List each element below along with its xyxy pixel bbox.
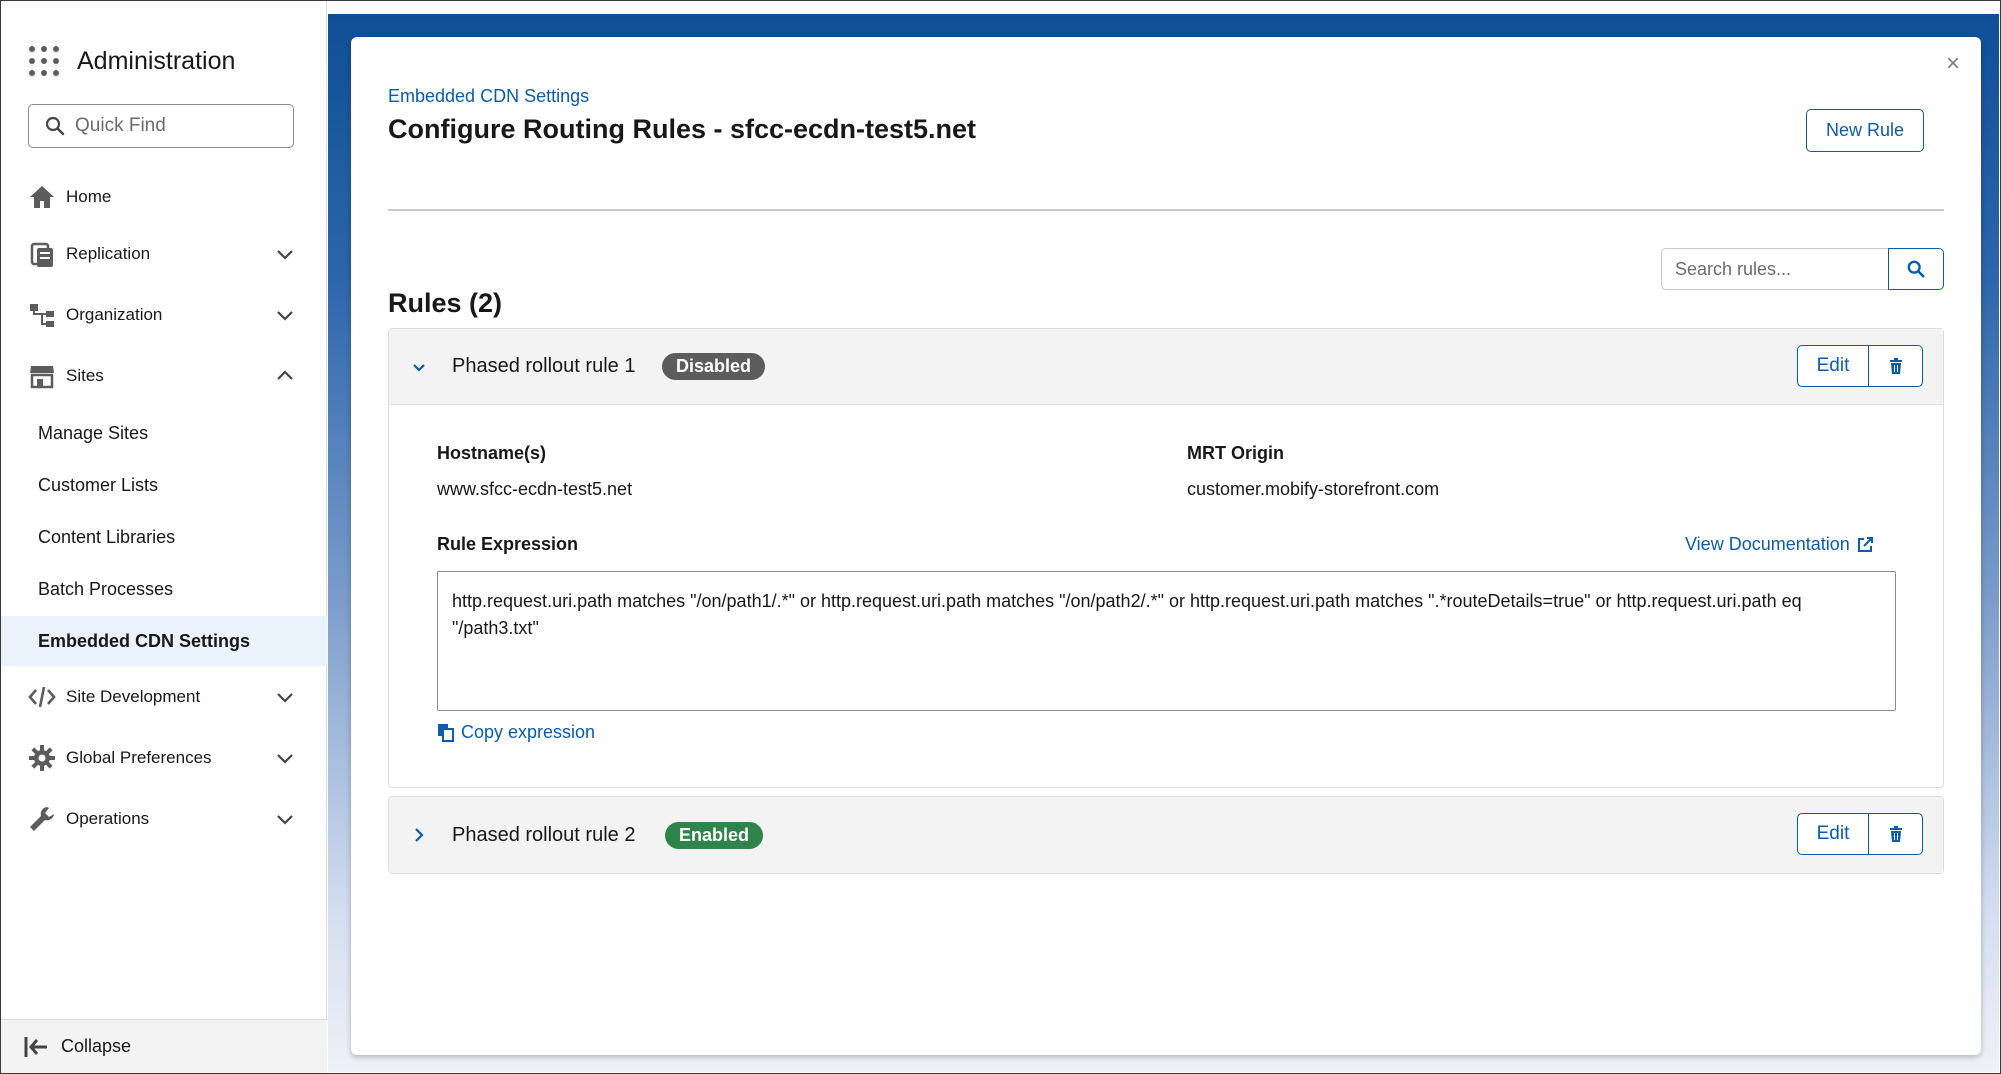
sidebar-item-content-libraries[interactable]: Content Libraries [1,512,327,562]
edit-button[interactable]: Edit [1797,813,1869,855]
rule-actions: Edit [1797,345,1923,387]
rule-details: Hostname(s) www.sfcc-ecdn-test5.net MRT … [389,405,1943,787]
breadcrumb[interactable]: Embedded CDN Settings [388,86,589,107]
chevron-down-icon[interactable] [275,748,295,768]
collapse-icon [24,1036,47,1057]
quick-find[interactable] [28,104,294,148]
rule-card: Phased rollout rule 2 Enabled Edit [388,796,1944,874]
search-button[interactable] [1888,248,1944,290]
search-icon [45,116,65,136]
edit-button[interactable]: Edit [1797,345,1869,387]
organization-icon [30,304,54,327]
nav-item-replication[interactable]: Replication [1,229,327,279]
chevron-down-icon[interactable] [275,305,295,325]
search-icon [1907,260,1925,278]
sidebar: Administration Home Replication [1,1,327,1073]
copy-expression-link[interactable]: Copy expression [437,722,595,743]
sidebar-item-embedded-cdn-settings[interactable]: Embedded CDN Settings [1,616,327,666]
chevron-down-icon[interactable] [409,357,429,377]
expression-label: Rule Expression [437,534,579,554]
nav-label: Site Development [66,687,201,706]
routing-rules-modal: × Embedded CDN Settings Configure Routin… [351,37,1981,1055]
rule-header[interactable]: Phased rollout rule 1 Disabled Edit [389,329,1943,405]
rule-name: Phased rollout rule 2 [452,823,636,846]
nav-item-site-development[interactable]: Site Development [1,672,327,722]
status-badge: Disabled [662,353,766,380]
rule-expression-box[interactable]: http.request.uri.path matches "/on/path1… [437,571,1896,711]
view-documentation-link[interactable]: View Documentation [1685,534,1874,555]
status-badge: Enabled [665,821,764,849]
nav-item-home[interactable]: Home [1,172,327,222]
nav-label: Operations [66,809,150,828]
chevron-right-icon[interactable] [409,825,429,845]
sidebar-item-customer-lists[interactable]: Customer Lists [1,460,327,510]
chevron-up-icon[interactable] [275,366,295,386]
sidebar-item-manage-sites[interactable]: Manage Sites [1,408,327,458]
external-link-icon [1857,536,1873,552]
copy-icon [438,724,454,742]
nav-label: Replication [66,244,151,263]
rule-name: Phased rollout rule 1 [452,355,636,377]
nav-label: Global Preferences [66,748,212,767]
sidebar-item-batch-processes[interactable]: Batch Processes [1,564,327,614]
trash-icon [1889,358,1902,374]
nav-item-organization[interactable]: Organization [1,290,327,340]
doc-link-label: View Documentation [1685,534,1850,554]
divider [388,209,1944,211]
hostname-value: www.sfcc-ecdn-test5.net [437,479,633,499]
gear-icon [29,745,55,771]
nav-label: Sites [66,366,104,385]
chevron-down-icon[interactable] [275,244,295,264]
rules-heading: Rules (2) [388,288,503,318]
chevron-down-icon[interactable] [275,809,295,829]
nav-item-global-preferences[interactable]: Global Preferences [1,733,327,783]
rule-header[interactable]: Phased rollout rule 2 Enabled Edit [389,797,1943,873]
rule-actions: Edit [1797,813,1923,855]
nav-label: Organization [66,305,163,324]
app-launcher-icon[interactable] [29,46,59,76]
nav-item-sites[interactable]: Sites [1,351,327,401]
origin-label: MRT Origin [1187,443,1284,463]
home-icon [30,186,54,208]
hostname-label: Hostname(s) [437,443,547,463]
nav-item-operations[interactable]: Operations [1,794,327,844]
sidebar-header: Administration [29,41,235,81]
code-icon [28,686,56,708]
search-rules-input[interactable] [1661,248,1888,290]
delete-button[interactable] [1869,345,1923,387]
app-title: Administration [77,46,236,75]
rules-search [1661,248,1945,290]
new-rule-button[interactable]: New Rule [1806,109,1924,152]
collapse-button[interactable]: Collapse [1,1019,327,1073]
delete-button[interactable] [1869,813,1923,855]
page-title: Configure Routing Rules - sfcc-ecdn-test… [388,114,977,144]
replication-icon [30,242,53,267]
close-button[interactable]: × [1943,52,1963,76]
wrench-icon [30,807,54,831]
chevron-down-icon[interactable] [275,687,295,707]
quick-find-input[interactable] [75,115,275,137]
nav-label: Home [66,187,112,206]
store-icon [30,366,54,389]
origin-value: customer.mobify-storefront.com [1187,479,1440,499]
copy-label: Copy expression [461,722,596,742]
rule-card: Phased rollout rule 1 Disabled Edit Host… [388,328,1944,788]
collapse-label: Collapse [61,1036,132,1056]
trash-icon [1889,826,1902,842]
